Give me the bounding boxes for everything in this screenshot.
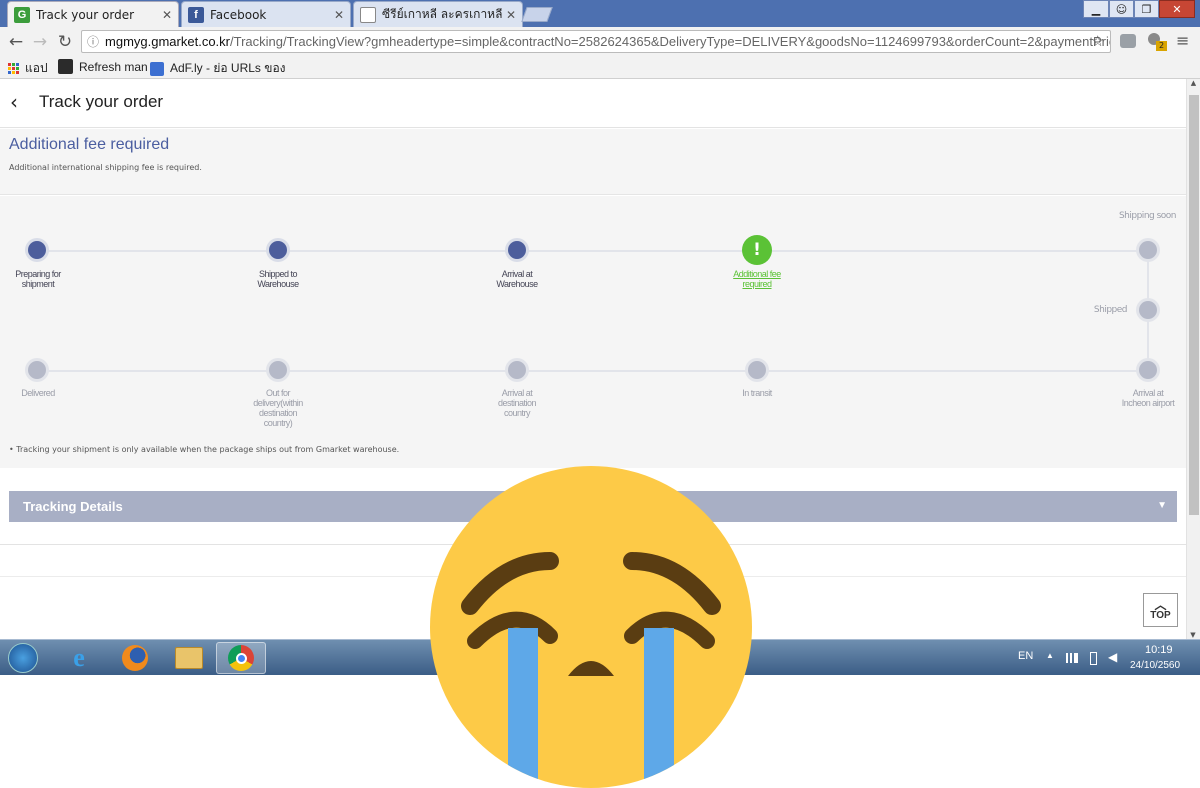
bookmarks-bar: แอป Refresh man AdF.ly - ย่อ URLs ของ bbox=[0, 57, 1200, 79]
shipping-soon-label: Shipping soon bbox=[1118, 211, 1177, 221]
tab-title: Track your order bbox=[36, 7, 135, 22]
bookmark-apps[interactable]: แอป bbox=[8, 59, 48, 78]
step-label: Arrival at Warehouse bbox=[496, 269, 538, 289]
tab-title: Facebook bbox=[210, 7, 267, 22]
reload-icon[interactable]: ↻ bbox=[53, 30, 77, 54]
restore-button[interactable]: ❐ bbox=[1134, 0, 1159, 18]
internet-explorer-icon[interactable]: e bbox=[54, 642, 104, 674]
user-profile-button[interactable]: ☺ bbox=[1109, 0, 1134, 18]
address-toolbar: ← → ↻ ⓘ mgmyg.gmarket.co.kr/Tracking/Tra… bbox=[0, 27, 1200, 57]
facebook-favicon-icon: f bbox=[188, 6, 204, 23]
alert-text: Additional international shipping fee is… bbox=[9, 163, 202, 172]
step-label: Preparing for shipment bbox=[15, 269, 61, 289]
close-tab-icon[interactable]: ✕ bbox=[162, 8, 172, 22]
step-label-current[interactable]: Additional fee required bbox=[707, 269, 807, 289]
scrollbar-thumb[interactable] bbox=[1189, 95, 1199, 515]
close-tab-icon[interactable]: ✕ bbox=[334, 8, 344, 22]
tab-track-your-order[interactable]: G Track your order ✕ bbox=[7, 1, 179, 27]
scroll-up-arrow-icon[interactable]: ▲ bbox=[1187, 79, 1200, 93]
close-window-button[interactable]: ✕ bbox=[1159, 0, 1195, 18]
progress-line bbox=[37, 370, 1149, 372]
file-explorer-icon[interactable] bbox=[164, 642, 214, 674]
alert-title: Additional fee required bbox=[9, 136, 170, 153]
extension-badge-icon[interactable]: 2 bbox=[1148, 33, 1167, 51]
new-tab-button[interactable] bbox=[521, 7, 553, 22]
chevron-up-icon: ︿ bbox=[1154, 597, 1167, 612]
tab-title: ซีรีย์เกาหลี ละครเกาหลี ซีรีย์เ bbox=[382, 7, 502, 21]
status-alert: Additional fee required Additional inter… bbox=[0, 129, 1186, 195]
browser-tab-bar: G Track your order ✕ f Facebook ✕ ซีรีย์… bbox=[0, 0, 1200, 27]
language-indicator[interactable]: EN bbox=[1018, 650, 1033, 662]
scroll-down-arrow-icon[interactable]: ▼ bbox=[1187, 631, 1199, 639]
extension-icon[interactable] bbox=[1120, 34, 1136, 48]
page-scrollbar[interactable]: ▲ ▼ bbox=[1186, 79, 1200, 639]
step-node bbox=[266, 358, 290, 382]
step-label: Shipped bbox=[1093, 305, 1128, 315]
extension-count: 2 bbox=[1156, 41, 1167, 51]
network-icon[interactable] bbox=[1066, 653, 1078, 663]
refresh-man-icon bbox=[58, 59, 73, 74]
chrome-taskbar-icon[interactable] bbox=[216, 642, 266, 674]
bookmark-adfly[interactable]: AdF.ly - ย่อ URLs ของ bbox=[150, 59, 286, 78]
adfly-icon bbox=[150, 61, 164, 76]
bookmark-star-icon[interactable]: ☆ bbox=[1091, 32, 1104, 50]
step-node bbox=[1136, 358, 1160, 382]
page-title: Track your order bbox=[39, 92, 164, 111]
url-input[interactable]: ⓘ mgmyg.gmarket.co.kr/Tracking/TrackingV… bbox=[81, 30, 1111, 53]
step-label: Arrival at Incheon airport bbox=[1121, 388, 1175, 408]
tab-facebook[interactable]: f Facebook ✕ bbox=[181, 1, 351, 27]
gmarket-favicon-icon: G bbox=[14, 6, 30, 23]
info-icon[interactable]: ⓘ bbox=[87, 33, 99, 50]
top-label: TOP bbox=[1150, 609, 1171, 621]
shipment-progress: Shipping soon Preparing for shipment Ship… bbox=[0, 196, 1186, 468]
clock-date[interactable]: 24/10/2560 bbox=[1130, 660, 1180, 671]
scroll-to-top-button[interactable]: ︿ TOP bbox=[1143, 593, 1178, 627]
clock-time[interactable]: 10:19 bbox=[1145, 644, 1173, 656]
url-path: /Tracking/TrackingView?gmheadertype=simp… bbox=[230, 34, 1111, 49]
back-arrow-icon[interactable]: ← bbox=[4, 30, 28, 54]
step-node bbox=[25, 238, 49, 262]
step-label: Shipped to Warehouse bbox=[257, 269, 299, 289]
crying-face-icon bbox=[461, 552, 721, 788]
bookmark-refresh-man[interactable]: Refresh man bbox=[58, 59, 148, 74]
firefox-icon[interactable] bbox=[110, 642, 160, 674]
tracking-details-label: Tracking Details bbox=[23, 499, 123, 514]
step-label: Out for delivery(within destination country… bbox=[253, 388, 303, 428]
chrome-menu-icon[interactable]: ≡ bbox=[1176, 31, 1189, 50]
step-label: Delivered bbox=[21, 388, 55, 398]
bookmark-label: AdF.ly - ย่อ URLs ของ bbox=[170, 61, 286, 75]
page-header: ‹ Track your order bbox=[0, 79, 1186, 128]
volume-icon[interactable]: ◀ bbox=[1108, 650, 1117, 664]
back-chevron-icon[interactable]: ‹ bbox=[10, 90, 18, 114]
caret-down-icon: ▼ bbox=[1157, 500, 1167, 511]
step-node bbox=[25, 358, 49, 382]
show-hidden-icons-icon[interactable]: ▲ bbox=[1046, 651, 1054, 660]
progress-line bbox=[37, 250, 1149, 252]
step-node bbox=[505, 358, 529, 382]
battery-icon[interactable] bbox=[1090, 652, 1097, 665]
step-node bbox=[1136, 298, 1160, 322]
step-node bbox=[1136, 238, 1160, 262]
minimize-button[interactable]: ▁ bbox=[1083, 0, 1109, 18]
warning-exclamation-icon: ! bbox=[742, 235, 772, 265]
apps-grid-icon bbox=[8, 63, 19, 74]
document-favicon-icon bbox=[360, 6, 376, 23]
close-tab-icon[interactable]: ✕ bbox=[506, 8, 516, 22]
bookmark-label: แอป bbox=[25, 61, 48, 75]
crying-face-emoji bbox=[430, 466, 752, 788]
bookmark-label: Refresh man bbox=[79, 59, 148, 74]
url-host: mgmyg.gmarket.co.kr bbox=[105, 34, 230, 49]
tab-korean-series[interactable]: ซีรีย์เกาหลี ละครเกาหลี ซีรีย์เ ✕ bbox=[353, 1, 523, 27]
tracking-note: • Tracking your shipment is only availab… bbox=[9, 445, 400, 454]
step-node bbox=[505, 238, 529, 262]
step-node bbox=[745, 358, 769, 382]
forward-arrow-icon[interactable]: → bbox=[28, 30, 52, 54]
step-label: In transit bbox=[742, 388, 772, 398]
start-button[interactable] bbox=[2, 642, 44, 674]
step-node bbox=[266, 238, 290, 262]
step-label: Arrival at destination country bbox=[497, 388, 537, 418]
